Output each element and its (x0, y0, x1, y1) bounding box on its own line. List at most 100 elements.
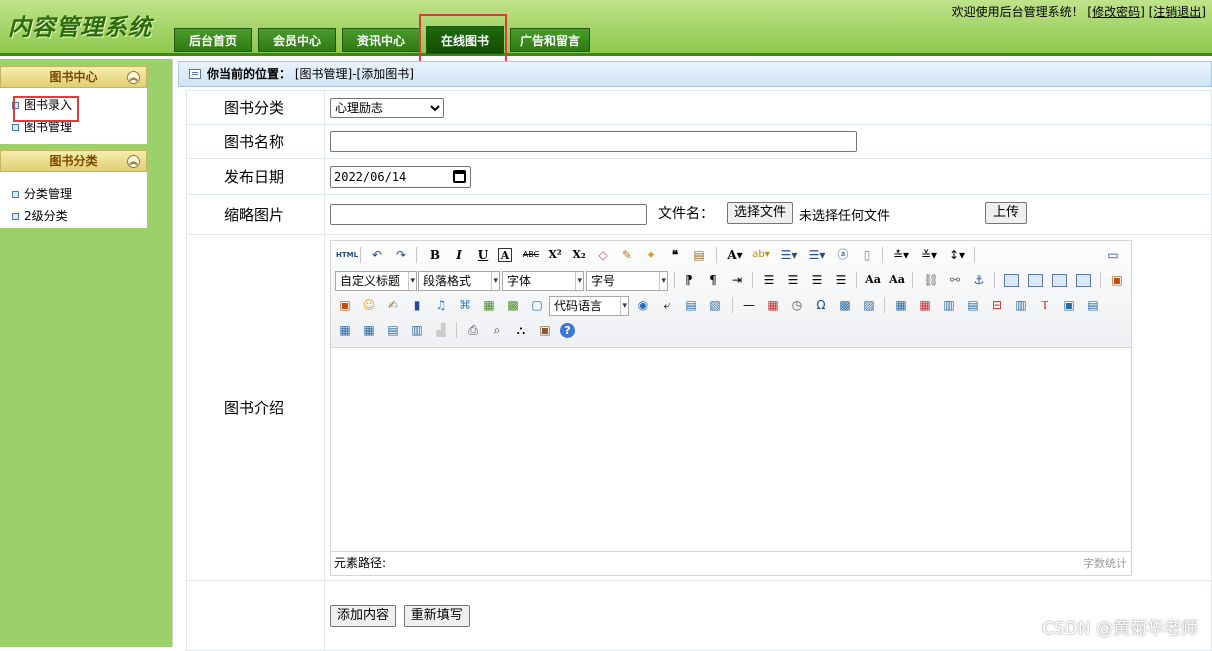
ordered-list-icon[interactable]: ☰▾ (780, 246, 798, 264)
template-icon[interactable]: ▤ (682, 296, 700, 314)
eraser-icon[interactable]: ◇ (594, 246, 612, 264)
custom-heading-select[interactable]: 自定义标题 (335, 271, 417, 291)
row-spacing-top-icon[interactable]: ≛▾ (892, 246, 910, 264)
font-family-select[interactable]: 字体 (502, 271, 584, 291)
insert-table-icon[interactable]: ▦ (892, 296, 910, 314)
select-all-icon[interactable]: ⓐ (834, 246, 852, 264)
charts-icon[interactable]: ▟ (432, 321, 450, 339)
music-icon[interactable]: ♫ (432, 296, 450, 314)
delete-col-icon[interactable]: Ⲧ (1036, 296, 1054, 314)
rtl-icon[interactable]: ¶ (704, 271, 722, 289)
align-center-icon[interactable]: ☰ (784, 271, 802, 289)
line-height-icon[interactable]: ↕▾ (948, 246, 966, 264)
word-image-icon[interactable]: ▨ (860, 296, 878, 314)
date-icon[interactable]: ▦ (764, 296, 782, 314)
html-source-icon[interactable]: HTML (336, 246, 358, 264)
align-justify-icon[interactable]: ☰ (832, 271, 850, 289)
split-cells-icon[interactable]: ▦ (360, 321, 378, 339)
tab-news[interactable]: 资讯中心 (342, 28, 420, 52)
change-password-link[interactable]: [修改密码] (1087, 5, 1144, 19)
align-right-icon[interactable]: ☰ (808, 271, 826, 289)
snap-screen-icon[interactable]: ▩ (836, 296, 854, 314)
emoji-icon[interactable]: ☺ (360, 296, 378, 314)
horizontal-rule-icon[interactable]: — (740, 296, 758, 314)
choose-file-button[interactable]: 选择文件 (727, 202, 794, 224)
anchor-icon[interactable]: ⚓ (970, 271, 988, 289)
sidebar-item-subcategory[interactable]: 2级分类 (0, 205, 147, 227)
insert-col-icon[interactable]: ▥ (1012, 296, 1030, 314)
row-spacing-bottom-icon[interactable]: ≚▾ (920, 246, 938, 264)
image-center-icon[interactable] (1076, 274, 1091, 287)
tab-members[interactable]: 会员中心 (258, 28, 336, 52)
merge-down-icon[interactable]: ▦ (336, 321, 354, 339)
bold-icon[interactable]: B (426, 246, 444, 264)
unordered-list-icon[interactable]: ☰▾ (808, 246, 826, 264)
subscript-icon[interactable]: X₂ (570, 246, 588, 264)
preview-icon[interactable]: ⌕ (488, 321, 506, 339)
underline-icon[interactable]: U (474, 246, 492, 264)
insert-row-icon[interactable]: ▤ (964, 296, 982, 314)
auto-format-icon[interactable]: ✦ (642, 246, 660, 264)
blockquote-icon[interactable]: ❝ (666, 246, 684, 264)
special-char-icon[interactable]: Ω (812, 296, 830, 314)
background-icon[interactable]: ▧ (706, 296, 724, 314)
font-color-icon[interactable]: A▾ (726, 246, 744, 264)
insert-image-icon[interactable]: ▣ (1108, 271, 1126, 289)
logout-link[interactable]: [注销退出] (1149, 5, 1206, 19)
image-right-icon[interactable] (1052, 274, 1067, 287)
multi-image-icon[interactable]: ▣ (336, 296, 354, 314)
sidebar-section-header[interactable]: 图书中心 ︽ (0, 66, 147, 88)
search-replace-icon[interactable]: ⛬ (512, 321, 530, 339)
map-icon[interactable]: ▦ (480, 296, 498, 314)
category-select[interactable]: 心理励志 (330, 97, 444, 118)
delete-row-icon[interactable]: ⊟ (988, 296, 1006, 314)
italic-icon[interactable]: I (450, 246, 468, 264)
align-left-icon[interactable]: ☰ (760, 271, 778, 289)
calendar-icon[interactable] (453, 169, 466, 183)
scrawl-icon[interactable]: ✍ (384, 296, 402, 314)
attachment-icon[interactable]: ⌘ (456, 296, 474, 314)
collapse-icon[interactable]: ︽ (127, 71, 140, 84)
paste-plain-icon[interactable]: ▤ (690, 246, 708, 264)
link-icon[interactable]: ⛓ (922, 271, 940, 289)
uppercase-icon[interactable]: Aa (864, 271, 882, 289)
tab-ads-messages[interactable]: 广告和留言 (510, 28, 590, 52)
insert-paragraph-icon[interactable]: ▥ (940, 296, 958, 314)
collapse-icon[interactable]: ︽ (127, 155, 140, 168)
reset-button[interactable]: 重新填写 (403, 604, 470, 627)
date-input[interactable]: 2022/06/14 (330, 165, 471, 188)
paragraph-format-select[interactable]: 段落格式 (418, 271, 500, 291)
editor-content-area[interactable] (331, 348, 1131, 548)
submit-button[interactable]: 添加内容 (330, 604, 397, 627)
superscript-icon[interactable]: X² (546, 246, 564, 264)
rich-text-editor[interactable]: HTML ↶ ↷ B I U A ABC X² X₂ ◇ ✎ ✦ ❝ ▤ A▾ … (330, 240, 1132, 576)
format-brush-icon[interactable]: ✎ (618, 246, 636, 264)
iframe-icon[interactable]: ▢ (528, 296, 546, 314)
code-language-select[interactable]: 代码语言 (549, 296, 629, 316)
ltr-icon[interactable]: ⁋ (680, 271, 698, 289)
font-border-icon[interactable]: A (498, 248, 512, 262)
fullscreen-icon[interactable]: ▭ (1104, 246, 1122, 264)
lowercase-icon[interactable]: Aa (888, 271, 906, 289)
merge-cells-icon[interactable]: ▣ (1060, 296, 1078, 314)
undo-icon[interactable]: ↶ (368, 246, 386, 264)
page-break-icon[interactable]: ⤶ (658, 296, 676, 314)
web-app-icon[interactable]: ◉ (634, 296, 652, 314)
unlink-icon[interactable]: ⚯ (946, 271, 964, 289)
thumbnail-input[interactable] (330, 204, 647, 225)
clear-doc-icon[interactable]: ▯ (858, 246, 876, 264)
gmap-icon[interactable]: ▩ (504, 296, 522, 314)
delete-table-icon[interactable]: ▦ (916, 296, 934, 314)
book-name-input[interactable] (330, 131, 857, 152)
font-size-select[interactable]: 字号 (586, 271, 668, 291)
sidebar-section-header[interactable]: 图书分类 ︽ (0, 150, 147, 172)
tab-home[interactable]: 后台首页 (174, 28, 252, 52)
indent-icon[interactable]: ⇥ (728, 271, 746, 289)
strikethrough-icon[interactable]: ABC (522, 246, 540, 264)
split-cols-icon[interactable]: ▥ (408, 321, 426, 339)
time-icon[interactable]: ◷ (788, 296, 806, 314)
sidebar-item-category-manage[interactable]: 分类管理 (0, 183, 147, 205)
upload-button[interactable]: 上传 (985, 202, 1027, 224)
video-icon[interactable]: ▮ (408, 296, 426, 314)
drafts-icon[interactable]: ▣ (536, 321, 554, 339)
